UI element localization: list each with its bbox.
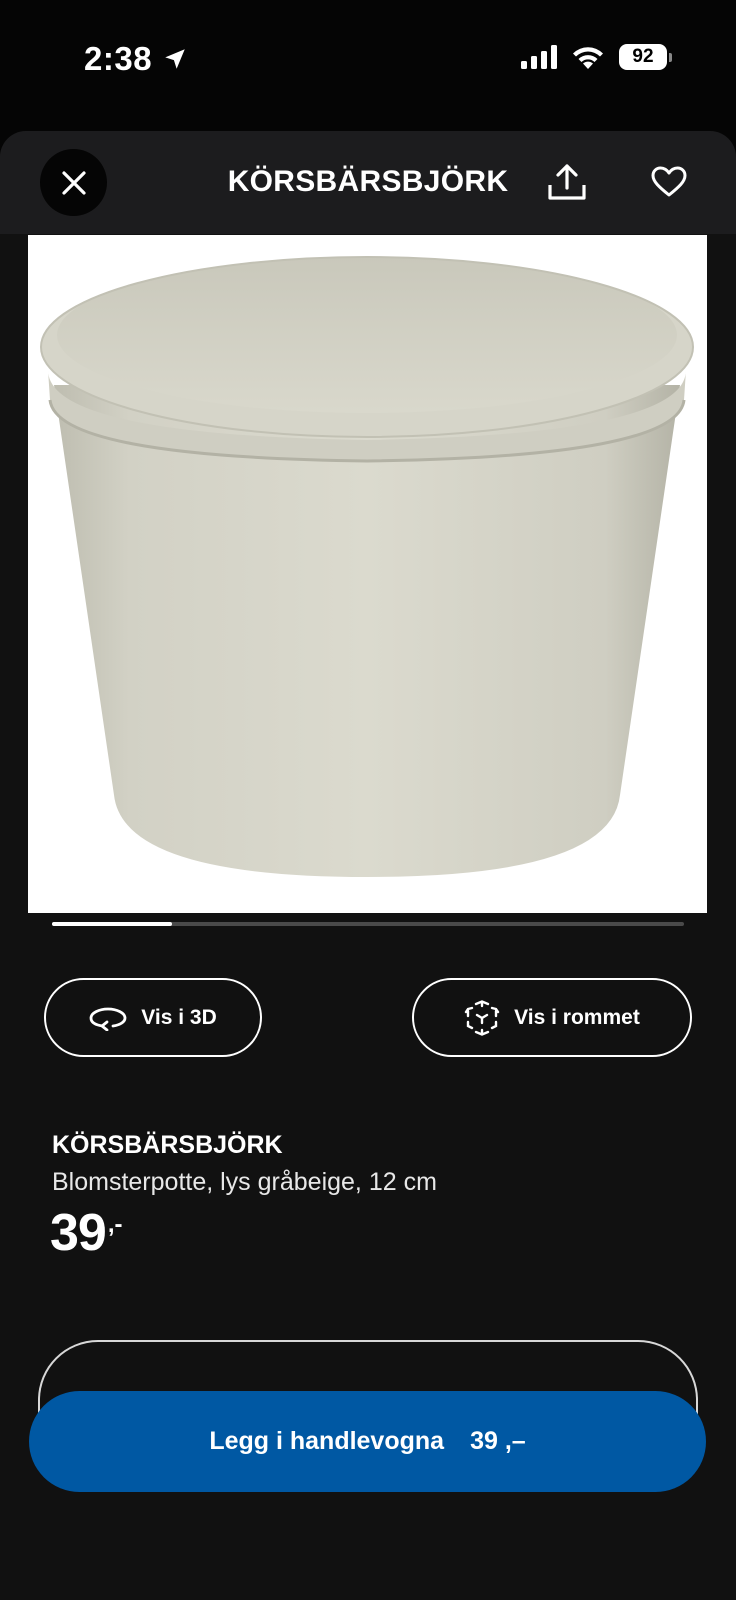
time-text: 2:38 [84, 40, 153, 77]
location-arrow-icon [165, 49, 185, 69]
view-3d-button[interactable]: Vis i 3D [44, 978, 262, 1057]
share-icon [548, 164, 586, 200]
flower-pot-image [40, 256, 694, 877]
view-in-room-label: Vis i rommet [514, 1005, 640, 1029]
page-title: KÖRSBÄRSBJÖRK [227, 165, 509, 198]
share-button[interactable] [544, 159, 590, 205]
close-icon [61, 170, 86, 195]
view-in-room-button[interactable]: Vis i rommet [412, 978, 692, 1057]
cellular-signal-icon [521, 45, 557, 69]
sheet-header: KÖRSBÄRSBJÖRK [0, 131, 736, 234]
product-sheet: KÖRSBÄRSBJÖRK Vis i 3D Vis i rommet KÖRS… [0, 131, 736, 1600]
add-to-cart-button[interactable]: Legg i handlevogna 39 ,– [29, 1391, 706, 1492]
product-description: Blomsterpotte, lys gråbeige, 12 cm [52, 1168, 437, 1196]
product-name: KÖRSBÄRSBJÖRK [52, 1131, 283, 1159]
view-3d-label: Vis i 3D [141, 1005, 217, 1029]
image-carousel-progress [52, 922, 684, 926]
status-bar: 2:38 92 [0, 0, 736, 120]
close-button[interactable] [40, 149, 107, 216]
rotate-3d-icon [89, 1007, 127, 1031]
heart-icon [651, 166, 687, 197]
product-price: 39 ,- [50, 1203, 123, 1263]
price-suffix: ,- [107, 1211, 123, 1238]
add-to-cart-price: 39 ,– [470, 1427, 526, 1455]
product-image[interactable] [28, 235, 707, 913]
status-time: 2:38 [84, 40, 188, 78]
battery-indicator: 92 [619, 44, 672, 70]
carousel-progress-fill [52, 922, 173, 926]
wifi-icon [573, 47, 603, 69]
ar-cube-icon [464, 999, 500, 1036]
status-indicators: 92 [521, 44, 672, 70]
add-to-cart-label: Legg i handlevogna [209, 1427, 445, 1455]
price-value: 39 [50, 1204, 107, 1262]
battery-tip [669, 52, 672, 62]
favorite-button[interactable] [646, 159, 692, 205]
battery-level: 92 [619, 44, 667, 70]
